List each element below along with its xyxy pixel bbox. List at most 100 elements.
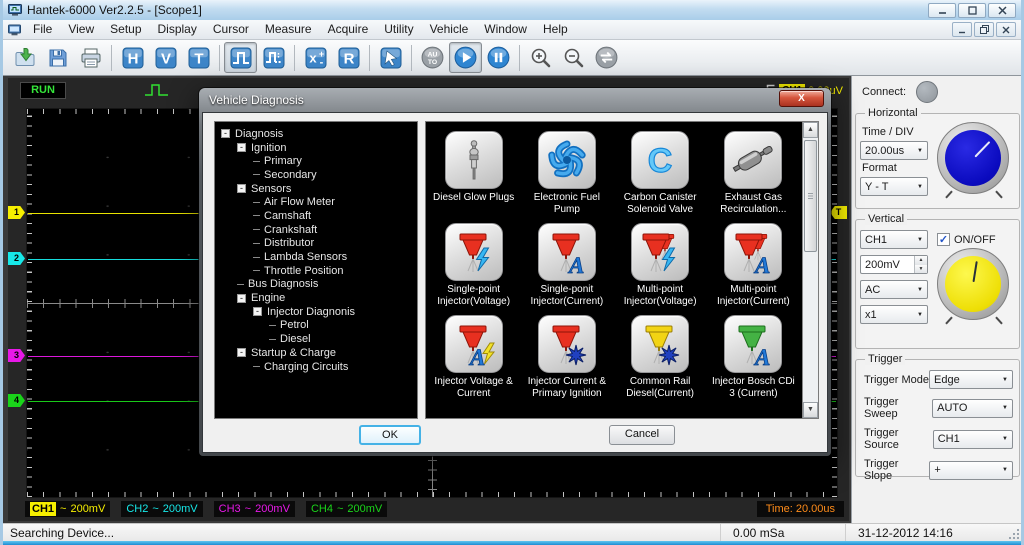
ok-button[interactable]: OK [359,425,421,445]
injector-voltage-current-icon[interactable]: A [445,315,503,373]
spin-down-icon[interactable]: ▼ [915,265,927,274]
single-ponit-injector-current-icon[interactable]: A [538,223,596,281]
tree-item-petrol[interactable]: Petrol [269,319,415,333]
pause-button[interactable] [482,42,515,73]
tree-collapse-icon[interactable]: - [237,184,246,193]
electronic-fuel-pump-icon[interactable] [538,131,596,189]
exhaust-gas-recirculation-icon[interactable] [724,131,782,189]
dialog-title-bar[interactable]: Vehicle Diagnosis [199,88,831,111]
menu-item-setup[interactable]: Setup [102,20,149,39]
save-button[interactable] [41,42,74,73]
menu-item-acquire[interactable]: Acquire [320,20,377,39]
channel-marker-ch2[interactable]: 2 [8,252,25,265]
pass-fail-button[interactable] [590,42,623,73]
zoom-out-button[interactable] [557,42,590,73]
trigger-mode-select[interactable]: Edge▼ [929,370,1013,389]
menu-item-window[interactable]: Window [476,20,535,39]
tree-item-primary[interactable]: Primary [253,154,415,168]
format-select[interactable]: Y - T▼ [860,177,928,196]
resize-grip[interactable] [1005,524,1021,541]
dialog-close-button[interactable]: X [779,90,824,107]
trigger-source-select[interactable]: CH1▼ [933,430,1013,449]
scrollbar[interactable]: ▲ ▼ [802,122,818,418]
menu-item-display[interactable]: Display [150,20,205,39]
menu-item-utility[interactable]: Utility [376,20,421,39]
diesel-glow-plugs-icon[interactable] [445,131,503,189]
injector-current-primary-ignition-icon[interactable] [538,315,596,373]
pulse-mode-button[interactable] [224,42,257,73]
tree-item-secondary[interactable]: Secondary [253,168,415,182]
tree-collapse-icon[interactable]: - [237,294,246,303]
tree-item-crankshaft[interactable]: Crankshaft [253,223,415,237]
channel-marker-ch4[interactable]: 4 [8,394,25,407]
volts-div-stepper[interactable]: 200mV ▲▼ [860,255,928,274]
time-div-select[interactable]: 20.00us▼ [860,141,928,160]
trigger-slope-select[interactable]: +▼ [929,461,1013,480]
pulse-measure-button[interactable] [257,42,290,73]
channel-marker-ch3[interactable]: 3 [8,349,25,362]
tree-collapse-icon[interactable]: - [253,307,262,316]
tree-item-charging-circuits[interactable]: Charging Circuits [253,360,415,374]
tree-item-distributor[interactable]: Distributor [253,237,415,251]
menu-item-measure[interactable]: Measure [257,20,320,39]
multi-point-injector-voltage-icon[interactable] [631,223,689,281]
channel-chip-ch1[interactable]: CH1~200mV [25,501,110,517]
vertical-position-knob[interactable] [937,248,1011,322]
menu-item-cursor[interactable]: Cursor [205,20,257,39]
spin-up-icon[interactable]: ▲ [915,256,927,265]
tree-collapse-icon[interactable]: - [221,129,230,138]
math-function-button[interactable]: x+- [299,42,332,73]
maximize-button[interactable] [958,3,986,18]
trigger-setup-button[interactable]: T [182,42,215,73]
trigger-sweep-select[interactable]: AUTO▼ [932,399,1013,418]
scroll-down-button[interactable]: ▼ [803,402,818,418]
tree-item-injector-diagnonis[interactable]: -Injector Diagnonis [253,305,415,319]
horizontal-setup-button[interactable]: H [116,42,149,73]
coupling-select[interactable]: AC▼ [860,280,928,299]
channel-chip-ch2[interactable]: CH2~200mV [121,501,202,517]
tree-item-engine[interactable]: -Engine [237,291,415,305]
channel-chip-ch4[interactable]: CH4~200mV [306,501,387,517]
mdi-minimize-button[interactable] [952,22,972,37]
channel-onoff-checkbox[interactable]: ✓ [937,233,950,246]
tree-item-throttle-position[interactable]: Throttle Position [253,264,415,278]
cursor-tool-button[interactable] [374,42,407,73]
multi-point-injector-current-icon[interactable]: A [724,223,782,281]
vertical-setup-button[interactable]: V [149,42,182,73]
tree-collapse-icon[interactable]: - [237,348,246,357]
tree-item-diagnosis[interactable]: -Diagnosis [221,127,415,141]
channel-chip-ch3[interactable]: CH3~200mV [214,501,295,517]
print-button[interactable] [74,42,107,73]
common-rail-diesel-current-icon[interactable] [631,315,689,373]
mdi-close-button[interactable] [996,22,1016,37]
menu-item-view[interactable]: View [60,20,102,39]
menu-item-file[interactable]: File [25,20,60,39]
menu-item-help[interactable]: Help [535,20,576,39]
cancel-button[interactable]: Cancel [609,425,675,445]
injector-bosch-cdi-3-current-icon[interactable]: A [724,315,782,373]
tree-item-sensors[interactable]: -Sensors [237,182,415,196]
scroll-up-button[interactable]: ▲ [803,122,818,138]
zoom-in-button[interactable] [524,42,557,73]
autoset-button[interactable]: AUTO [416,42,449,73]
mdi-restore-button[interactable] [974,22,994,37]
tree-item-startup-charge[interactable]: -Startup & Charge [237,346,415,360]
tree-collapse-icon[interactable]: - [237,143,246,152]
horizontal-position-knob[interactable] [937,122,1011,196]
scrollbar-thumb[interactable] [804,140,817,252]
tree-item-bus-diagnosis[interactable]: Bus Diagnosis [237,278,415,292]
channel-marker-ch1[interactable]: 1 [8,206,25,219]
tree-item-air-flow-meter[interactable]: Air Flow Meter [253,195,415,209]
start-button[interactable] [449,42,482,73]
close-button[interactable] [988,3,1016,18]
open-button[interactable] [8,42,41,73]
tree-item-diesel[interactable]: Diesel [269,332,415,346]
channel-select[interactable]: CH1▼ [860,230,928,249]
minimize-button[interactable] [928,3,956,18]
tree-item-lambda-sensors[interactable]: Lambda Sensors [253,250,415,264]
tree-item-camshaft[interactable]: Camshaft [253,209,415,223]
menu-item-vehicle[interactable]: Vehicle [422,20,477,39]
probe-select[interactable]: x1▼ [860,305,928,324]
carbon-canister-solenoid-valve-icon[interactable]: C [631,131,689,189]
tree-item-ignition[interactable]: -Ignition [237,141,415,155]
